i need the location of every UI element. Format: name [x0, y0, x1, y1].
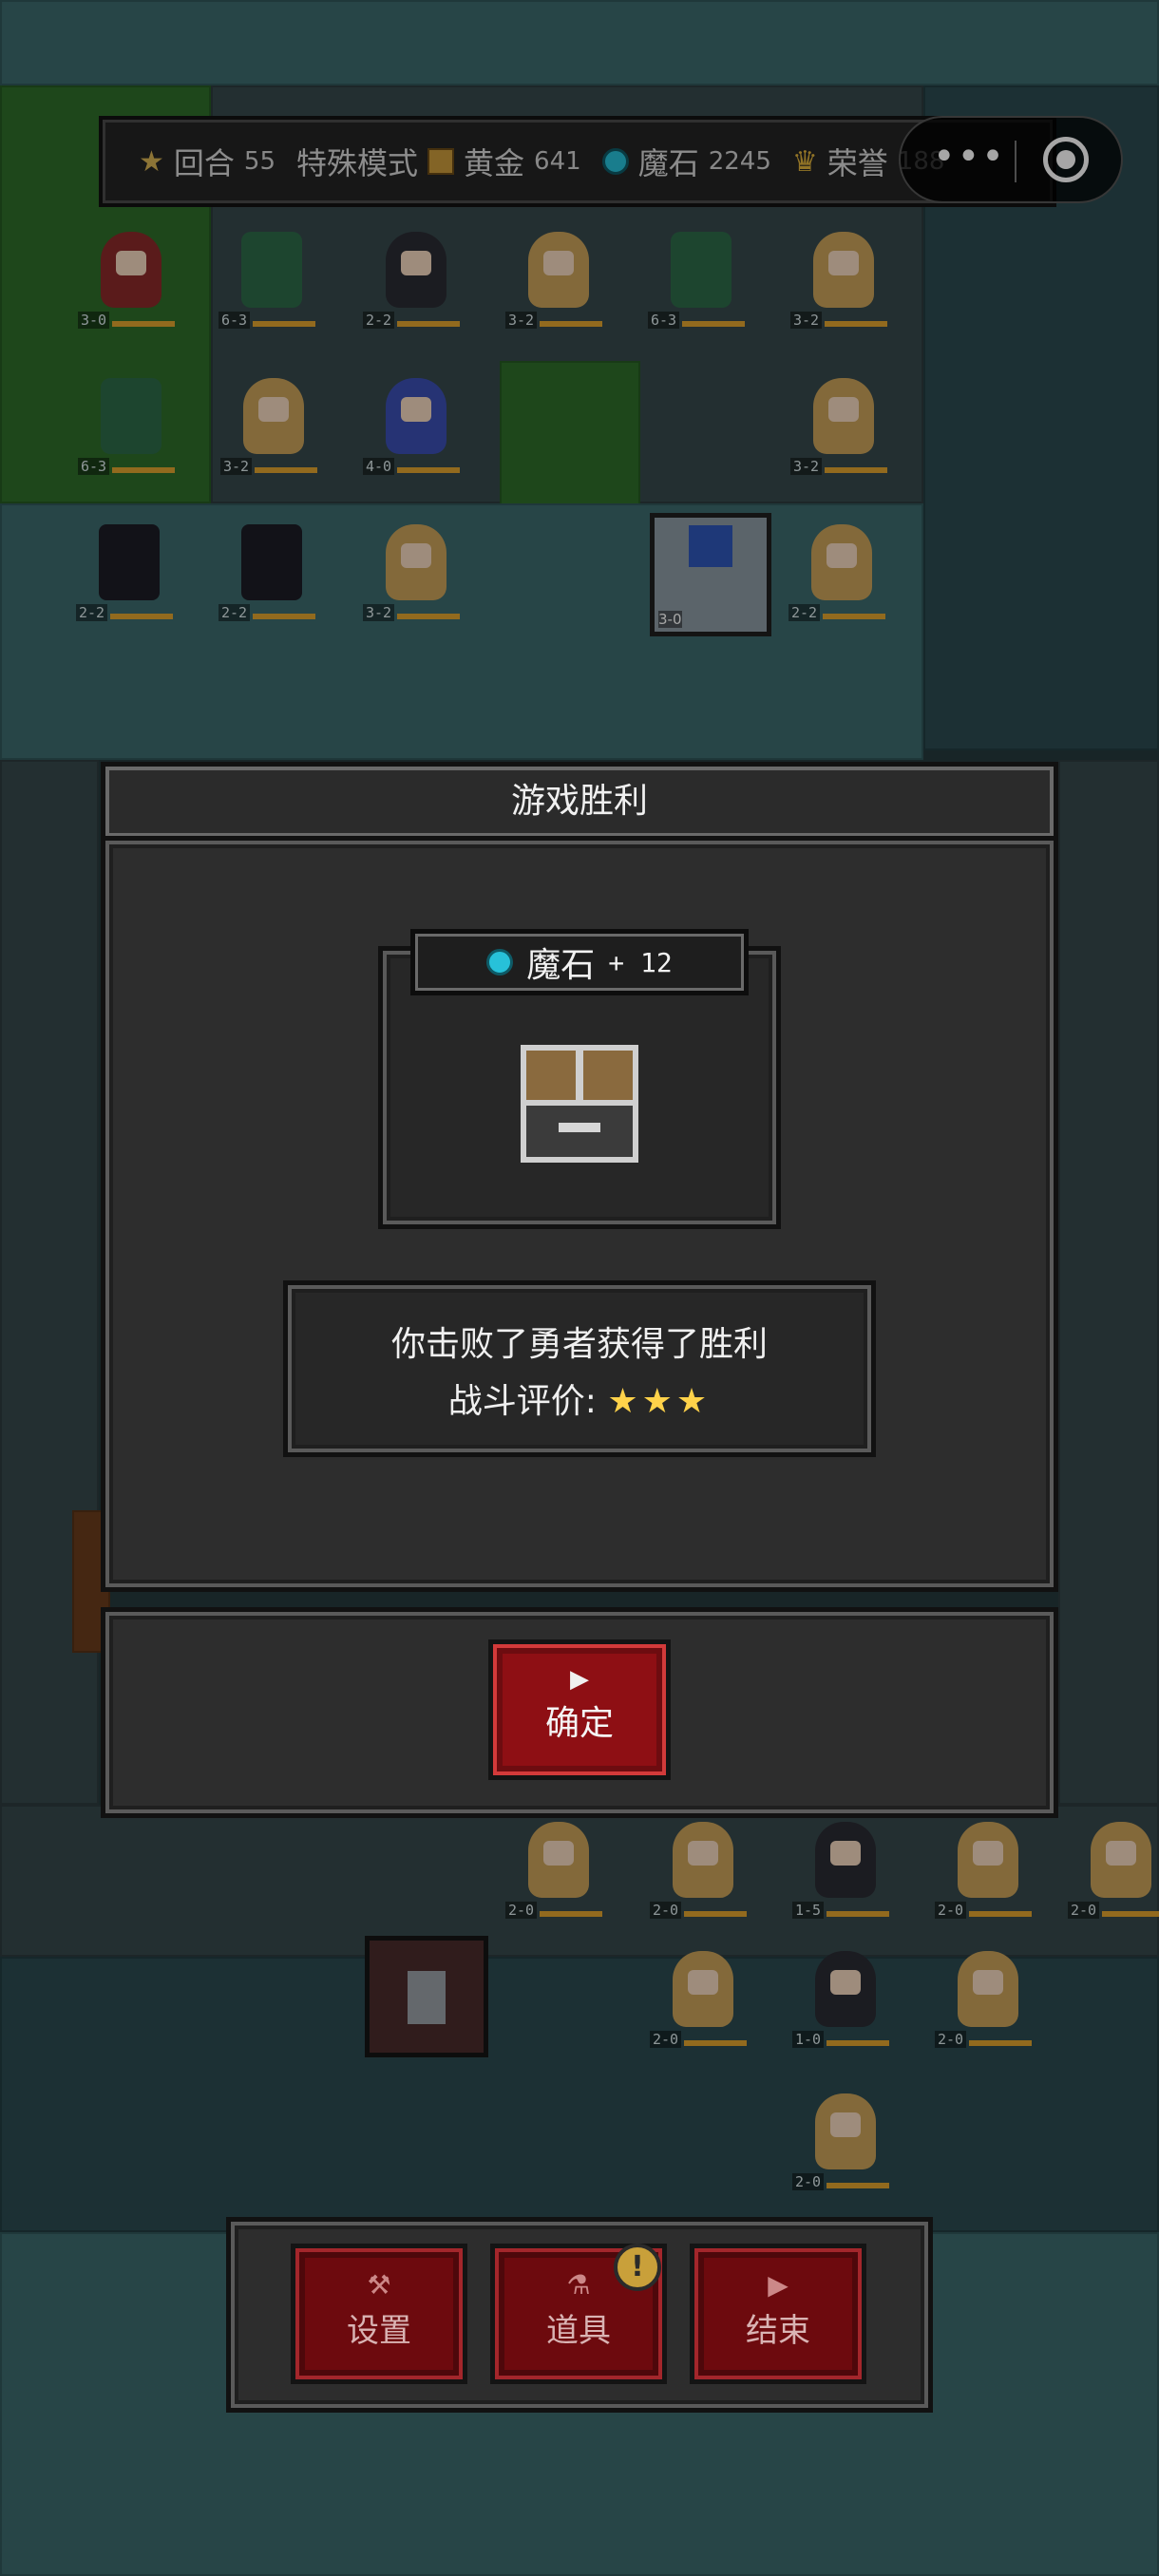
wrench-icon: ⚒	[367, 2269, 391, 2301]
play-arrow-icon: ▶	[570, 1665, 589, 1694]
end-turn-button[interactable]: ▶ 结束	[690, 2244, 866, 2384]
alert-badge-icon: !	[614, 2244, 661, 2291]
dialog-title: 游戏胜利	[101, 762, 1058, 842]
rating-stars: ★★★	[607, 1382, 712, 1421]
reward-label: 魔石 + 12	[410, 929, 749, 995]
play-arrow-icon: ▶	[768, 2269, 788, 2301]
settings-label: 设置	[347, 2312, 411, 2350]
confirm-button[interactable]: ▶ 确定	[488, 1639, 671, 1780]
reward-name: 魔石	[526, 946, 596, 985]
items-label: 道具	[546, 2312, 611, 2350]
result-message-box	[283, 1280, 876, 1457]
end-label: 结束	[746, 2312, 810, 2350]
settings-button[interactable]: ⚒ 设置	[291, 2244, 467, 2384]
magic-stone-icon	[486, 949, 514, 975]
treasure-chest-icon	[521, 1045, 638, 1163]
rating-label: 战斗评价:	[447, 1382, 597, 1421]
confirm-label: 确定	[544, 1704, 614, 1743]
result-message: 你击败了勇者获得了胜利	[390, 1325, 768, 1364]
battle-rating: 战斗评价: ★★★	[283, 1373, 876, 1423]
reward-amount: + 12	[608, 946, 673, 978]
